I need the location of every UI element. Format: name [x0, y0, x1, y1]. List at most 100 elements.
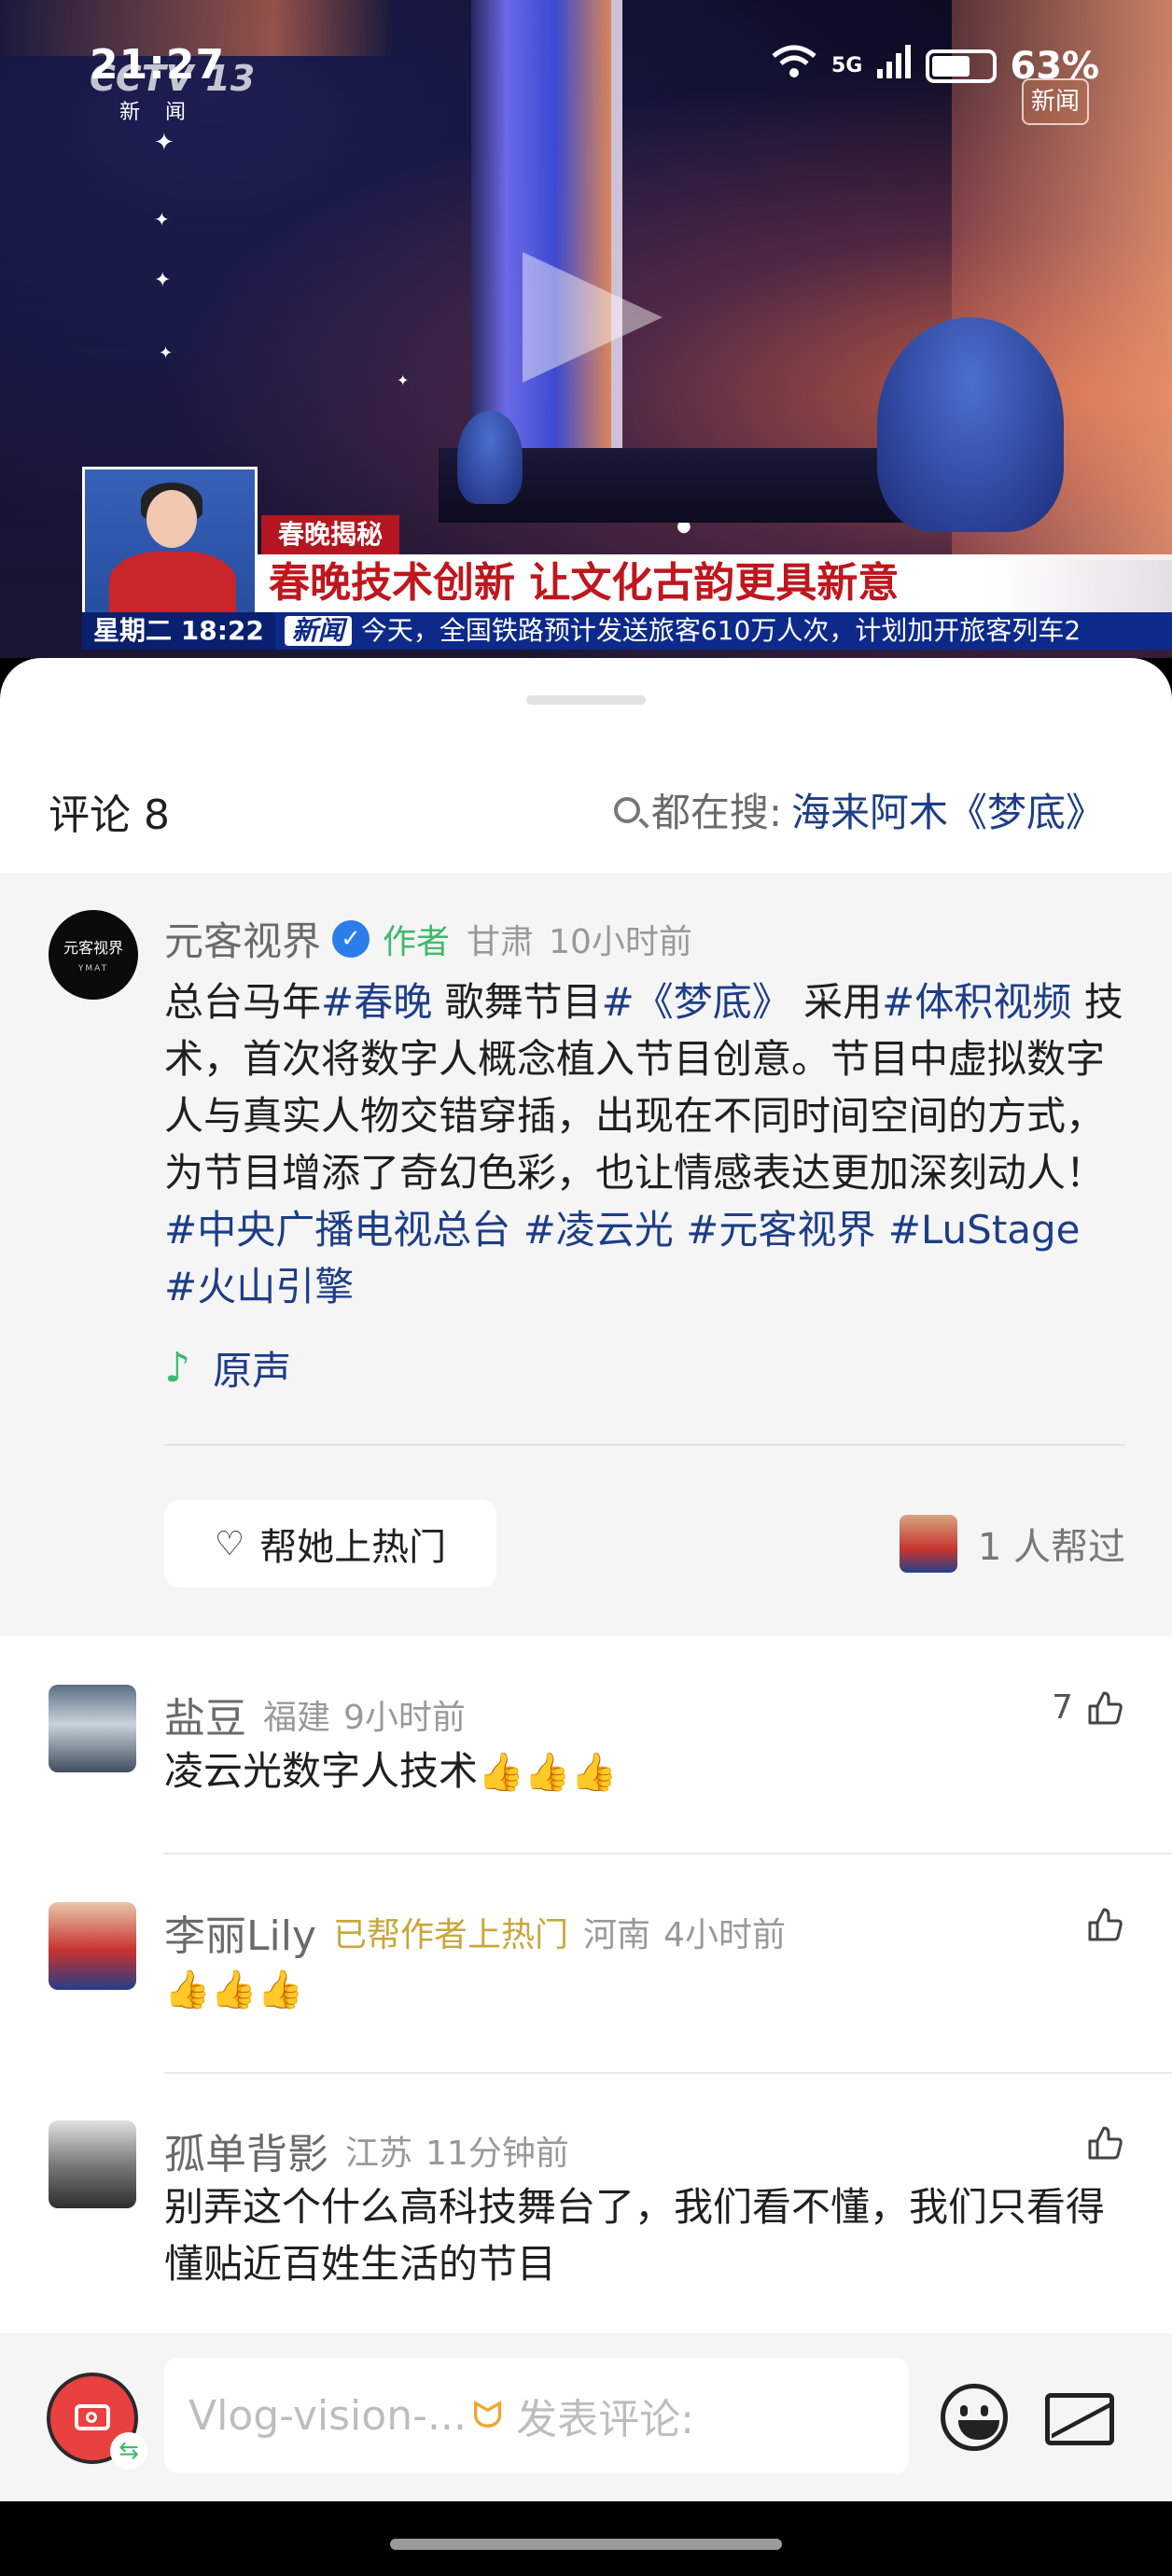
- heart-icon: ♡: [214, 1524, 245, 1563]
- commenter-avatar[interactable]: [49, 1685, 136, 1772]
- stage-pillar-edge: [611, 0, 622, 485]
- commenter-name[interactable]: 盐豆: [164, 1685, 246, 1744]
- comment-time: 4小时前: [663, 1916, 786, 1954]
- search-prefix: 都在搜:: [650, 790, 782, 835]
- helper-avatar: [899, 1515, 957, 1573]
- signal-icon: [875, 43, 913, 89]
- post-time: 10小时前: [549, 922, 692, 961]
- drag-handle[interactable]: [526, 695, 646, 705]
- commenter-avatar[interactable]: [49, 2121, 136, 2208]
- status-time: 21:27: [90, 41, 226, 89]
- ticker-text: 今天，全国铁路预计发送旅客610万人次，计划加开旅客列车2: [360, 615, 1081, 646]
- comment-text: 凌云光数字人技术👍👍👍: [164, 1743, 1125, 1801]
- comment-input[interactable]: Vlog-vision-... ᗢ 发表评论:: [164, 2358, 909, 2473]
- author-tag: 作者: [383, 922, 451, 961]
- comment-header: 评论 8 都在搜: 海来阿木《梦底》: [0, 742, 1172, 873]
- network-label: 5G: [831, 54, 863, 77]
- star-sparkle: ✦: [154, 208, 170, 231]
- play-icon[interactable]: [523, 252, 663, 383]
- camera-icon[interactable]: ⇆: [47, 2373, 147, 2470]
- avatar-text: 元客视界: [63, 939, 123, 957]
- battery-icon: [926, 49, 998, 83]
- segment-label: 春晚揭秘: [261, 515, 400, 554]
- post-location: 甘肃: [467, 922, 535, 961]
- system-nav-bar: [0, 2501, 1172, 2576]
- news-corner-badge: 新闻: [1022, 78, 1089, 125]
- input-prefix: Vlog-vision-...: [188, 2391, 467, 2440]
- bow-icon: ᗢ: [471, 2394, 504, 2437]
- hashtag-link[interactable]: #火山引擎: [164, 1264, 354, 1309]
- comment-count: 评论 8: [49, 791, 170, 839]
- video-player[interactable]: ✦ ✦ ✦ ✦ ✦ ● CCTV 13 新 闻 21:27 5G 63% 新闻 …: [0, 0, 1172, 658]
- helped-count[interactable]: 1 人帮过: [899, 1515, 1125, 1573]
- comment-sheet: 评论 8 都在搜: 海来阿木《梦底》 元客视界 YMAT 元客视界 ✓ 作者 甘…: [0, 658, 1172, 2525]
- original-sound[interactable]: ♪ 原声: [164, 1339, 291, 1396]
- boosted-badge: 已帮作者上热门: [333, 1916, 569, 1954]
- like-button[interactable]: [1073, 1906, 1123, 1943]
- like-button[interactable]: [1073, 2124, 1123, 2162]
- camera-glyph: [75, 2404, 110, 2430]
- comment-meta: 李丽Lily 已帮作者上热门 河南 4小时前: [164, 1902, 786, 1962]
- commenter-name[interactable]: 李丽Lily: [164, 1902, 316, 1962]
- author-post: 元客视界 YMAT 元客视界 ✓ 作者 甘肃 10小时前 总台马年#春晚 歌舞节…: [0, 873, 1172, 1636]
- news-ticker: 星期二 18:22 新闻 今天，全国铁路预计发送旅客610万人次，计划加开旅客列车2: [82, 612, 1172, 650]
- hashtag-link[interactable]: #凌云光: [523, 1207, 674, 1253]
- search-icon: [613, 796, 640, 823]
- hashtag-link[interactable]: #中央广播电视总台: [164, 1207, 510, 1253]
- thumb-up-icon: [1088, 1908, 1123, 1941]
- trending-search[interactable]: 都在搜: 海来阿木《梦底》: [613, 781, 1105, 838]
- star-sparkle: ✦: [154, 269, 172, 292]
- divider: [164, 1444, 1125, 1446]
- commenter-avatar[interactable]: [49, 1902, 136, 1990]
- comment-time: 11分钟前: [426, 2135, 569, 2173]
- divider: [164, 2072, 1172, 2074]
- hashtag-link[interactable]: #《梦底》: [602, 979, 791, 1025]
- author-avatar[interactable]: 元客视界 YMAT: [49, 910, 138, 1000]
- star-sparkle: ✦: [397, 371, 410, 389]
- comment-location: 河南: [583, 1916, 651, 1954]
- thumbs-up-emoji: 👍👍👍: [478, 1751, 618, 1794]
- comment-input-bar: ⇆ Vlog-vision-... ᗢ 发表评论:: [0, 2333, 1172, 2501]
- sign-language-inset: [82, 467, 258, 616]
- dancer-figure: [877, 317, 1064, 532]
- image-icon[interactable]: [1045, 2393, 1114, 2445]
- ticker-day: 星期二 18:22: [82, 612, 275, 650]
- emoji-icon[interactable]: [941, 2384, 1008, 2451]
- post-text-segment: 歌舞节目: [432, 979, 602, 1025]
- star-sparkle: ✦: [159, 343, 174, 363]
- hashtag-link[interactable]: #春晚: [321, 979, 432, 1025]
- search-keyword[interactable]: 海来阿木《梦底》: [791, 781, 1105, 838]
- channel-subtitle: 新 闻: [119, 101, 195, 124]
- comment-time: 9小时前: [343, 1699, 466, 1737]
- input-placeholder: 发表评论:: [516, 2396, 694, 2443]
- post-text: 总台马年#春晚 歌舞节目#《梦底》 采用#体积视频 技术，首次将数字人概念植入节…: [164, 973, 1125, 1315]
- hashtag-link[interactable]: #体积视频: [882, 979, 1071, 1025]
- home-indicator[interactable]: [390, 2539, 782, 2550]
- verified-icon: ✓: [332, 919, 370, 958]
- avatar-subtext: YMAT: [77, 964, 109, 973]
- ticker-tag: 新闻: [284, 616, 352, 646]
- post-meta: 元客视界 ✓ 作者 甘肃 10小时前: [164, 910, 692, 967]
- comment-body: 凌云光数字人技术: [164, 1748, 479, 1794]
- thumb-up-icon: [1088, 2126, 1123, 2160]
- hashtag-link[interactable]: #元客视界: [686, 1207, 875, 1253]
- divider: [164, 1853, 1172, 1855]
- thumb-up-icon: [1088, 1691, 1123, 1724]
- commenter-name[interactable]: 孤单背影: [164, 2121, 328, 2180]
- dancer-figure: [457, 411, 523, 504]
- music-label: 原声: [213, 1348, 292, 1393]
- like-button[interactable]: 7: [1052, 1688, 1123, 1727]
- video-headline: 春晚技术创新 让文化古韵更具新意: [258, 554, 1172, 612]
- post-text-segment: 总台马年: [164, 979, 322, 1025]
- comment-meta: 盐豆 福建 9小时前: [164, 1685, 466, 1744]
- swap-icon: ⇆: [110, 2432, 147, 2470]
- boost-button[interactable]: ♡ 帮她上热门: [164, 1500, 496, 1588]
- comment-location: 福建: [263, 1699, 331, 1737]
- helped-text: 1 人帮过: [977, 1526, 1125, 1569]
- star-sparkle: ✦: [154, 129, 174, 157]
- boost-label: 帮她上热门: [259, 1526, 447, 1569]
- author-name[interactable]: 元客视界: [164, 910, 321, 967]
- comment-location: 江苏: [345, 2135, 413, 2173]
- comment-text: 👍👍👍: [164, 1960, 1125, 2019]
- hashtag-link[interactable]: #LuStage: [888, 1207, 1081, 1253]
